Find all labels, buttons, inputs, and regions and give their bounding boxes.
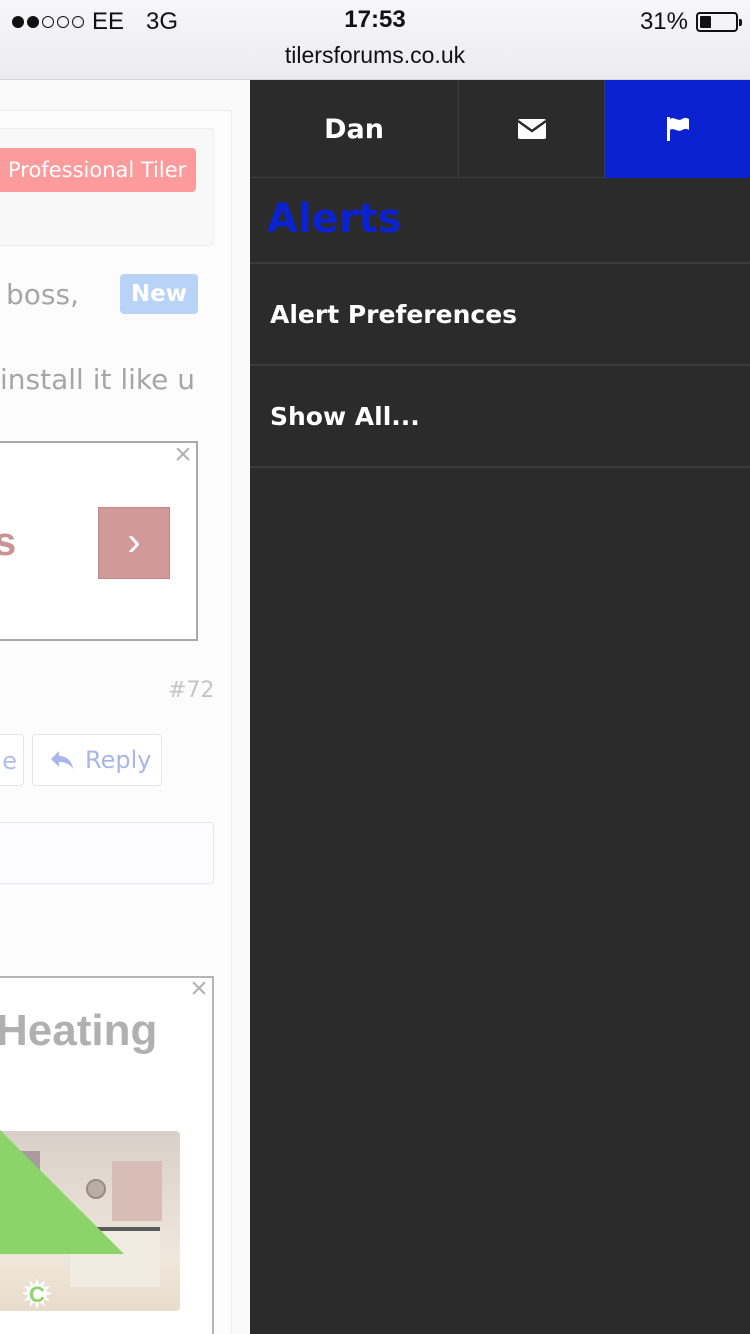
screen: EE 3G 17:53 31% tilersforums.co.uk Profe…	[0, 0, 750, 1334]
menu-item-label: Show All...	[270, 401, 420, 431]
quick-reply-box[interactable]	[0, 822, 214, 884]
status-bar: EE 3G 17:53 31% tilersforums.co.uk	[0, 0, 750, 80]
reply-arrow-icon	[51, 751, 73, 769]
close-icon[interactable]: ×	[170, 440, 196, 470]
new-badge: New	[120, 274, 198, 314]
battery-icon	[696, 12, 742, 32]
ad-partial-text: s	[0, 520, 17, 564]
corner-badge[interactable]	[0, 1130, 124, 1254]
divider	[250, 466, 750, 468]
tab-conversations[interactable]	[459, 80, 605, 178]
close-icon[interactable]: ×	[186, 974, 212, 1004]
clock: 17:53	[344, 6, 406, 33]
chevron-right-icon[interactable]: ›	[98, 507, 170, 579]
tab-user[interactable]: Dan	[250, 80, 459, 178]
menu-item-show-all[interactable]: Show All...	[250, 364, 750, 466]
post-action-button[interactable]: e	[0, 734, 24, 786]
post-action-label: e	[2, 747, 17, 775]
user-title-badge: Professional Tiler	[0, 148, 197, 192]
envelope-icon	[516, 119, 547, 139]
post-number[interactable]: #72	[168, 678, 214, 703]
menu-item-alert-preferences[interactable]: Alert Preferences	[250, 262, 750, 364]
battery-status: 31%	[639, 8, 742, 36]
gear-icon[interactable]: ✹ C	[14, 1272, 60, 1318]
thread-snippet-line2[interactable]: install it like u	[0, 363, 195, 396]
alerts-heading: Alerts	[267, 196, 402, 242]
ad-title: Heating	[0, 1006, 158, 1055]
user-drawer: Dan Alerts Alert Preferences Show All...	[250, 80, 750, 1334]
reply-label: Reply	[85, 746, 152, 774]
menu-item-label: Alert Preferences	[270, 299, 518, 329]
url-bar[interactable]: tilersforums.co.uk	[0, 42, 750, 69]
tab-alerts[interactable]	[605, 80, 750, 178]
battery-percent: 31%	[639, 8, 688, 35]
flag-icon	[666, 117, 689, 141]
drawer-tabs: Dan	[250, 80, 750, 178]
thread-snippet-line1[interactable]: boss,	[6, 278, 79, 311]
reply-button[interactable]: Reply	[32, 734, 162, 786]
